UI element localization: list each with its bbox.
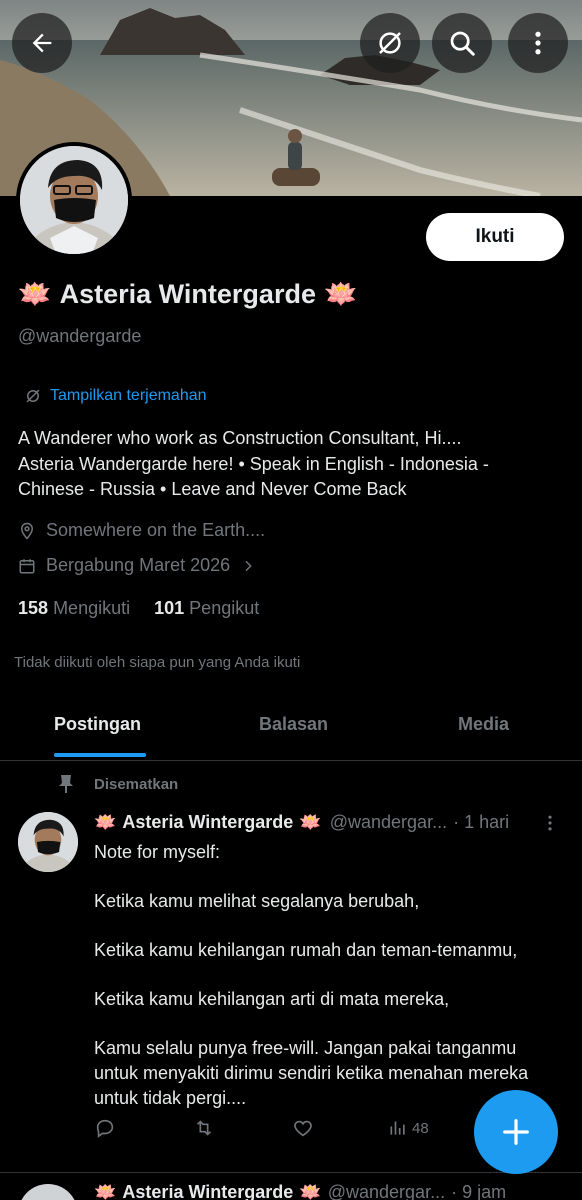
plus-icon	[503, 1119, 529, 1145]
more-vertical-icon	[535, 31, 541, 55]
following-label: Mengikuti	[53, 598, 131, 618]
post-paragraph: Ketika kamu melihat segalanya berubah,	[94, 891, 420, 911]
search-icon	[450, 31, 475, 56]
translate-button[interactable]	[360, 13, 420, 73]
bio-line: Chinese - Russia • Leave and Never Come …	[18, 479, 407, 499]
back-button[interactable]	[12, 13, 72, 73]
profile-avatar[interactable]	[16, 142, 132, 258]
bio-line: A Wanderer who work as Construction Cons…	[18, 428, 462, 448]
pinned-label: Disematkan	[94, 775, 179, 793]
post-time: · 9 jam	[451, 1182, 507, 1200]
reply-icon	[96, 1119, 114, 1138]
joined-text: Bergabung Maret 2026	[46, 555, 231, 575]
tab-posts[interactable]: Postingan	[54, 714, 141, 735]
post-more-button[interactable]	[540, 812, 560, 839]
views-button[interactable]: 48	[388, 1118, 429, 1138]
display-name: Asteria Wintergarde	[59, 278, 316, 309]
post-author-avatar	[18, 1184, 78, 1200]
repost-icon	[196, 1120, 212, 1136]
compose-post-button[interactable]	[474, 1090, 558, 1174]
chevron-right-icon	[245, 560, 252, 571]
pin-icon	[59, 775, 73, 793]
profile-location: Somewhere on the Earth....	[18, 520, 265, 541]
translate-icon	[379, 32, 401, 54]
tab-replies[interactable]: Balasan	[259, 714, 328, 735]
post-time[interactable]: · 1 hari	[453, 812, 509, 833]
like-button[interactable]	[292, 1117, 314, 1139]
post-divider	[0, 1172, 582, 1173]
bio-line: Asteria Wandergarde here! • Speak in Eng…	[18, 453, 489, 474]
search-button[interactable]	[432, 13, 492, 73]
post-author-avatar[interactable]	[18, 812, 78, 872]
avatar-image	[20, 146, 128, 254]
lotus-emoji: 🪷	[323, 279, 358, 309]
calendar-icon	[19, 558, 35, 573]
repost-button[interactable]	[192, 1117, 216, 1139]
post-author-handle: @wandergar...	[327, 1182, 446, 1200]
lotus-emoji: 🪷	[94, 812, 117, 832]
profile-tabs: Postingan Balasan Media	[0, 700, 582, 761]
lotus-emoji: 🪷	[94, 1182, 117, 1200]
follow-button[interactable]: Ikuti	[426, 213, 564, 261]
active-tab-indicator	[54, 753, 146, 757]
post-text: Note for myself: Ketika kamu melihat seg…	[94, 840, 564, 1135]
followers-count: 101	[154, 598, 185, 618]
more-button[interactable]	[508, 13, 568, 73]
post-paragraph: Note for myself:	[94, 842, 221, 862]
reply-button[interactable]	[94, 1117, 116, 1139]
followers-label: Pengikut	[189, 598, 260, 618]
author-name-text: Asteria Wintergarde	[122, 812, 294, 832]
translate-icon	[26, 389, 40, 403]
following-count-link[interactable]: 158 Mengikuti	[18, 598, 130, 619]
profile-name: 🪷 Asteria Wintergarde 🪷	[18, 278, 358, 310]
pinned-indicator: Disematkan	[58, 774, 178, 794]
location-pin-icon	[20, 522, 34, 540]
heart-icon	[294, 1120, 312, 1137]
arrow-left-icon	[32, 33, 52, 53]
profile-handle: @wandergarde	[18, 326, 142, 346]
avatar-image	[18, 812, 78, 872]
show-translation-label: Tampilkan terjemahan	[50, 387, 207, 404]
author-name-text: Asteria Wintergarde	[122, 1182, 294, 1200]
lotus-emoji: 🪷	[18, 279, 52, 309]
following-count: 158	[18, 598, 49, 618]
next-post-preview[interactable]: 🪷 Asteria Wintergarde 🪷 @wandergar... · …	[0, 1176, 582, 1200]
show-translation-link[interactable]: Tampilkan terjemahan	[24, 387, 207, 405]
post-author-handle: @wandergar...	[329, 812, 448, 832]
post-paragraph: Ketika kamu kehilangan rumah dan teman-t…	[94, 940, 518, 960]
more-vertical-icon	[548, 815, 552, 831]
profile-joined[interactable]: Bergabung Maret 2026	[18, 555, 256, 576]
tab-media[interactable]: Media	[458, 714, 509, 735]
location-text: Somewhere on the Earth....	[46, 520, 266, 540]
lotus-emoji: 🪷	[299, 812, 322, 832]
not-followed-note: Tidak diikuti oleh siapa pun yang Anda i…	[14, 654, 301, 671]
post-header: 🪷 Asteria Wintergarde 🪷 @wandergar... · …	[94, 1182, 506, 1200]
lotus-emoji: 🪷	[299, 1182, 322, 1200]
follow-counts: 158 Mengikuti 101 Pengikut	[18, 598, 259, 619]
views-count: 48	[412, 1119, 429, 1137]
post-author-name[interactable]: 🪷 Asteria Wintergarde 🪷	[94, 812, 322, 833]
views-icon	[390, 1121, 405, 1135]
post-paragraph: Ketika kamu kehilangan arti di mata mere…	[94, 989, 450, 1009]
post-header: 🪷 Asteria Wintergarde 🪷 @wandergar... · …	[94, 812, 564, 833]
profile-bio: A Wanderer who work as Construction Cons…	[18, 426, 558, 503]
followers-count-link[interactable]: 101 Pengikut	[154, 598, 259, 619]
